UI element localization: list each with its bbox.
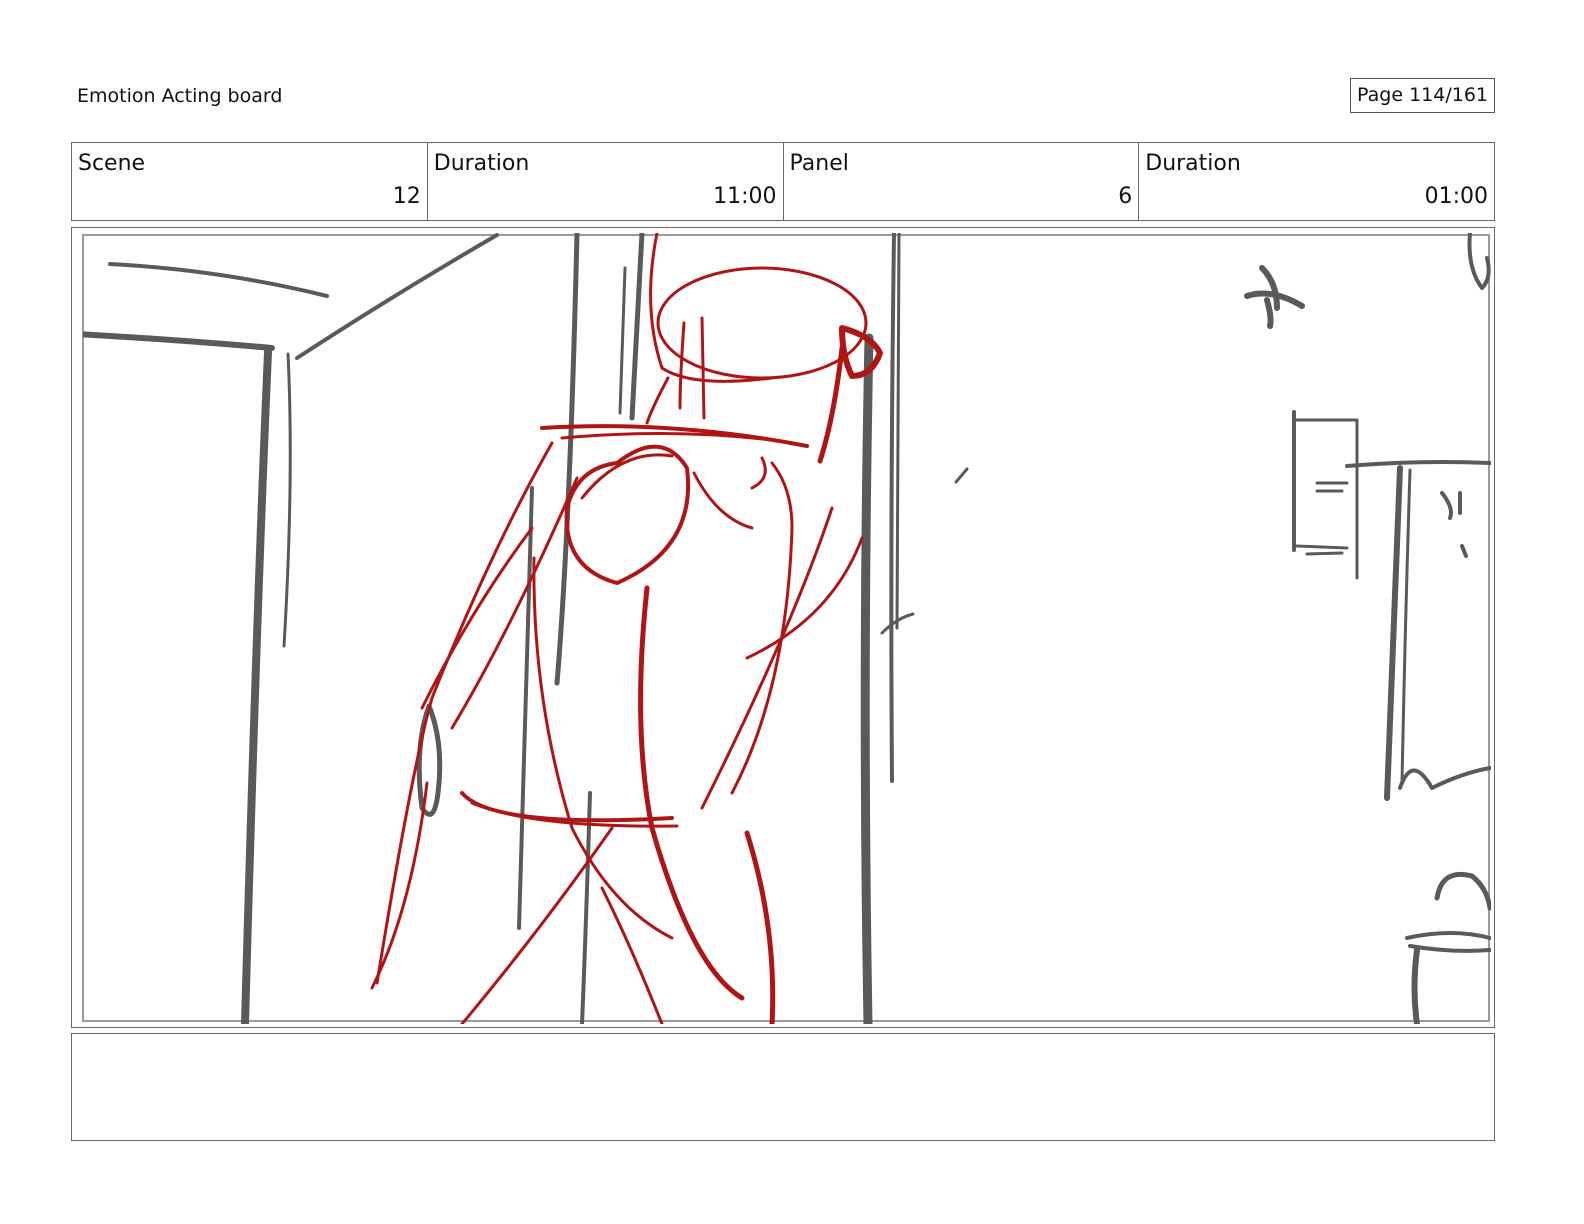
shot-info-table: Scene 12 Duration 11:00 Panel 6 Duration… <box>71 142 1495 221</box>
panel-duration-cell: Duration 01:00 <box>1139 143 1494 220</box>
scene-cell: Scene 12 <box>72 143 428 220</box>
scene-duration-value: 11:00 <box>713 184 777 209</box>
panel-label: Panel <box>789 151 849 176</box>
scene-value: 12 <box>392 184 421 209</box>
panel-duration-value: 01:00 <box>1424 184 1488 209</box>
storyboard-panel-frame <box>71 227 1495 1028</box>
panel-cell: Panel 6 <box>784 143 1140 220</box>
storyboard-sketch <box>82 233 1491 1024</box>
panel-duration-label: Duration <box>1145 151 1241 176</box>
scene-duration-cell: Duration 11:00 <box>428 143 784 220</box>
notes-box <box>71 1033 1495 1141</box>
page-number: Page 114/161 <box>1350 78 1495 113</box>
scene-duration-label: Duration <box>433 151 530 176</box>
character-sketch <box>370 233 883 1024</box>
panel-value: 6 <box>1118 184 1133 209</box>
scene-label: Scene <box>78 151 146 176</box>
board-title: Emotion Acting board <box>77 85 283 107</box>
